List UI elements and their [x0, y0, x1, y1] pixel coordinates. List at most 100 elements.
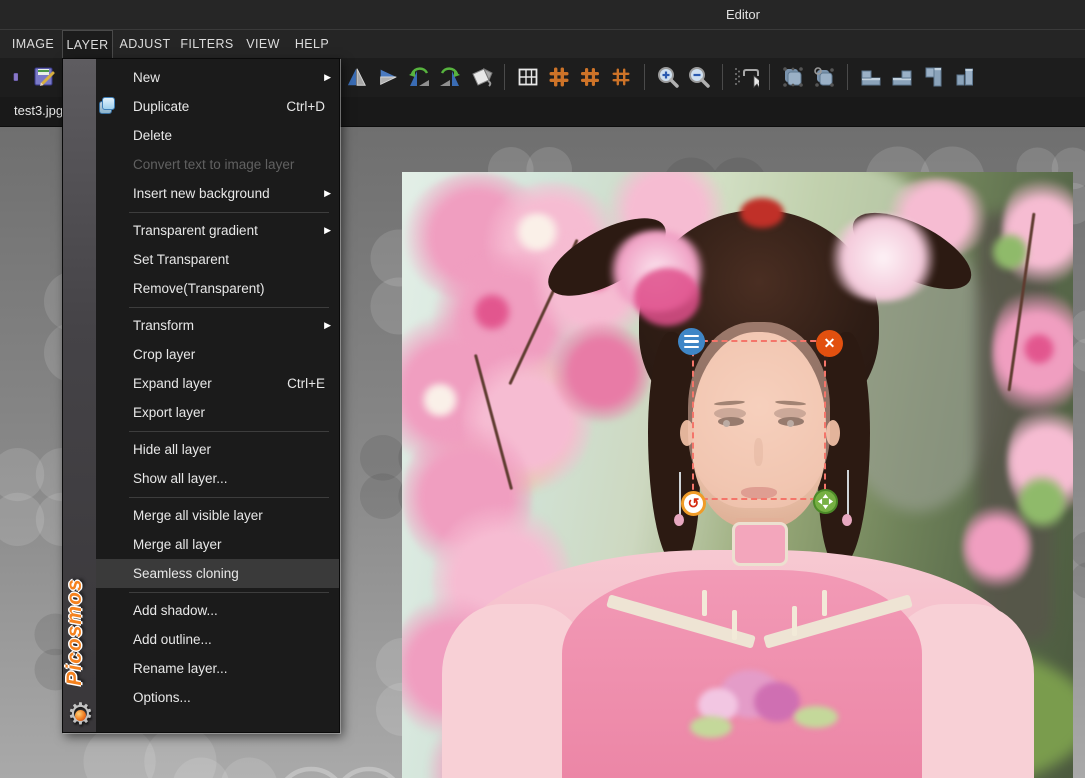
blossom-cluster [420, 382, 460, 418]
menu-item-transform[interactable]: Transform▶ [96, 311, 339, 340]
menu-item-label: Transparent gradient [133, 223, 258, 238]
marquee-select-icon[interactable] [733, 63, 759, 91]
menu-item-add-outline[interactable]: Add outline... [96, 625, 339, 654]
flip-vertical-icon[interactable] [375, 63, 401, 91]
flip-horizontal-icon[interactable] [344, 63, 370, 91]
menu-item-label: Crop layer [133, 347, 195, 362]
menu-item-add-shadow[interactable]: Add shadow... [96, 596, 339, 625]
menu-item-label: Set Transparent [133, 252, 229, 267]
menu-item-label: Delete [133, 128, 172, 143]
menubar-item-layer[interactable]: LAYER [62, 30, 113, 58]
tab-test3-jpg[interactable]: test3.jpg [8, 97, 69, 127]
menu-separator [129, 307, 329, 308]
menubar-item-view[interactable]: VIEW [241, 30, 285, 58]
menu-bar: IMAGELAYERADJUSTFILTERSVIEWHELP [0, 30, 1085, 58]
menu-item-remove-transparent[interactable]: Remove(Transparent) [96, 274, 339, 303]
menu-item-label: Show all layer... [133, 471, 228, 486]
submenu-arrow-icon: ▶ [324, 188, 331, 199]
mesh-thin-icon[interactable] [608, 63, 634, 91]
menu-item-transparent-gradient[interactable]: Transparent gradient▶ [96, 216, 339, 245]
menubar-item-image[interactable]: IMAGE [8, 30, 58, 58]
menu-item-insert-new-background[interactable]: Insert new background▶ [96, 179, 339, 208]
toolbar-separator [847, 64, 848, 90]
menu-separator [129, 592, 329, 593]
face-selection-rect[interactable] [692, 340, 826, 500]
frog-tassel [792, 606, 797, 636]
close-icon: ✕ [824, 335, 836, 352]
menu-item-crop-layer[interactable]: Crop layer [96, 340, 339, 369]
frog-tassel [822, 590, 827, 616]
menu-item-shortcut: Ctrl+E [287, 376, 325, 391]
zoom-in-icon[interactable] [655, 63, 681, 91]
rotate-left-icon[interactable] [406, 63, 432, 91]
align-bottom-right-icon[interactable] [889, 63, 915, 91]
menu-item-delete[interactable]: Delete [96, 121, 339, 150]
menu-item-options[interactable]: Options... [96, 683, 339, 712]
layer-menu-panel: New▶DuplicateCtrl+DDeleteConvert text to… [62, 58, 340, 733]
menu-item-label: Merge all visible layer [133, 508, 263, 523]
menu-separator [129, 431, 329, 432]
transform-selection-icon[interactable] [780, 63, 806, 91]
menu-item-seamless-cloning[interactable]: Seamless cloning [96, 559, 339, 588]
zoom-out-icon[interactable] [686, 63, 712, 91]
gear-icon[interactable]: ⚙ [64, 697, 97, 733]
menu-item-merge-all-layer[interactable]: Merge all layer [96, 530, 339, 559]
menubar-item-help[interactable]: HELP [291, 30, 333, 58]
menu-item-label: New [133, 70, 160, 85]
menu-item-duplicate[interactable]: Duplicate Ctrl+D [96, 92, 339, 121]
menu-item-convert-text-to-image-layer: Convert text to image layer [96, 150, 339, 179]
blossom-cluster [512, 212, 562, 252]
menu-item-label: Merge all layer [133, 537, 222, 552]
menu-item-rename-layer[interactable]: Rename layer... [96, 654, 339, 683]
menu-item-label: Rename layer... [133, 661, 228, 676]
align-bottom-left-icon[interactable] [858, 63, 884, 91]
menu-item-new[interactable]: New▶ [96, 63, 339, 92]
earring-right [847, 470, 849, 516]
transform-anchor-icon[interactable] [811, 63, 837, 91]
frog-tassel [702, 590, 707, 616]
menu-separator [129, 212, 329, 213]
menubar-item-filters[interactable]: FILTERS [179, 30, 235, 58]
earring-left-tip [674, 514, 684, 526]
frog-tassel [732, 610, 737, 640]
menu-item-label: Expand layer [133, 376, 212, 391]
menu-item-show-all-layer[interactable]: Show all layer... [96, 464, 339, 493]
distort-icon[interactable] [468, 63, 494, 91]
toolbar-separator [769, 64, 770, 90]
menu-item-label: Duplicate [133, 99, 189, 114]
menu-item-export-layer[interactable]: Export layer [96, 398, 339, 427]
menu-item-set-transparent[interactable]: Set Transparent [96, 245, 339, 274]
align-bars-icon[interactable] [951, 63, 977, 91]
blossom-cluster [1017, 472, 1067, 532]
align-right-icon[interactable] [920, 63, 946, 91]
embroidery-leaf [794, 706, 838, 728]
embroidery-leaf [690, 716, 732, 738]
mesh-hollow-icon[interactable] [577, 63, 603, 91]
menu-item-label: Hide all layer [133, 442, 211, 457]
toolbar-separator [504, 64, 505, 90]
menu-item-merge-all-visible-layer[interactable]: Merge all visible layer [96, 501, 339, 530]
mandarin-collar [732, 522, 788, 566]
menu-item-shortcut: Ctrl+D [286, 99, 325, 114]
selection-menu-button[interactable] [678, 328, 705, 355]
menu-item-label: Add shadow... [133, 603, 218, 618]
rotate-right-icon[interactable] [437, 63, 463, 91]
selection-rotate-button[interactable]: ↺ [681, 491, 706, 516]
earring-left [679, 472, 681, 516]
selection-close-button[interactable]: ✕ [816, 330, 843, 357]
save-icon[interactable] [31, 63, 57, 91]
photo-canvas[interactable]: ✕ ↺ [402, 172, 1073, 778]
submenu-arrow-icon: ▶ [324, 320, 331, 331]
selection-move-button[interactable] [813, 489, 838, 514]
grid-icon[interactable] [515, 63, 541, 91]
layer-menu-list: New▶DuplicateCtrl+DDeleteConvert text to… [96, 59, 339, 732]
menubar-item-adjust[interactable]: ADJUST [117, 30, 173, 58]
menu-item-hide-all-layer[interactable]: Hide all layer [96, 435, 339, 464]
hamburger-icon [684, 335, 699, 338]
toolbar-separator [644, 64, 645, 90]
background-clover-pattern [150, 735, 300, 778]
mesh-bold-icon[interactable] [546, 63, 572, 91]
menu-item-expand-layer[interactable]: Expand layer Ctrl+E [96, 369, 339, 398]
open-file-icon[interactable] [0, 63, 26, 91]
menu-item-label: Remove(Transparent) [133, 281, 265, 296]
